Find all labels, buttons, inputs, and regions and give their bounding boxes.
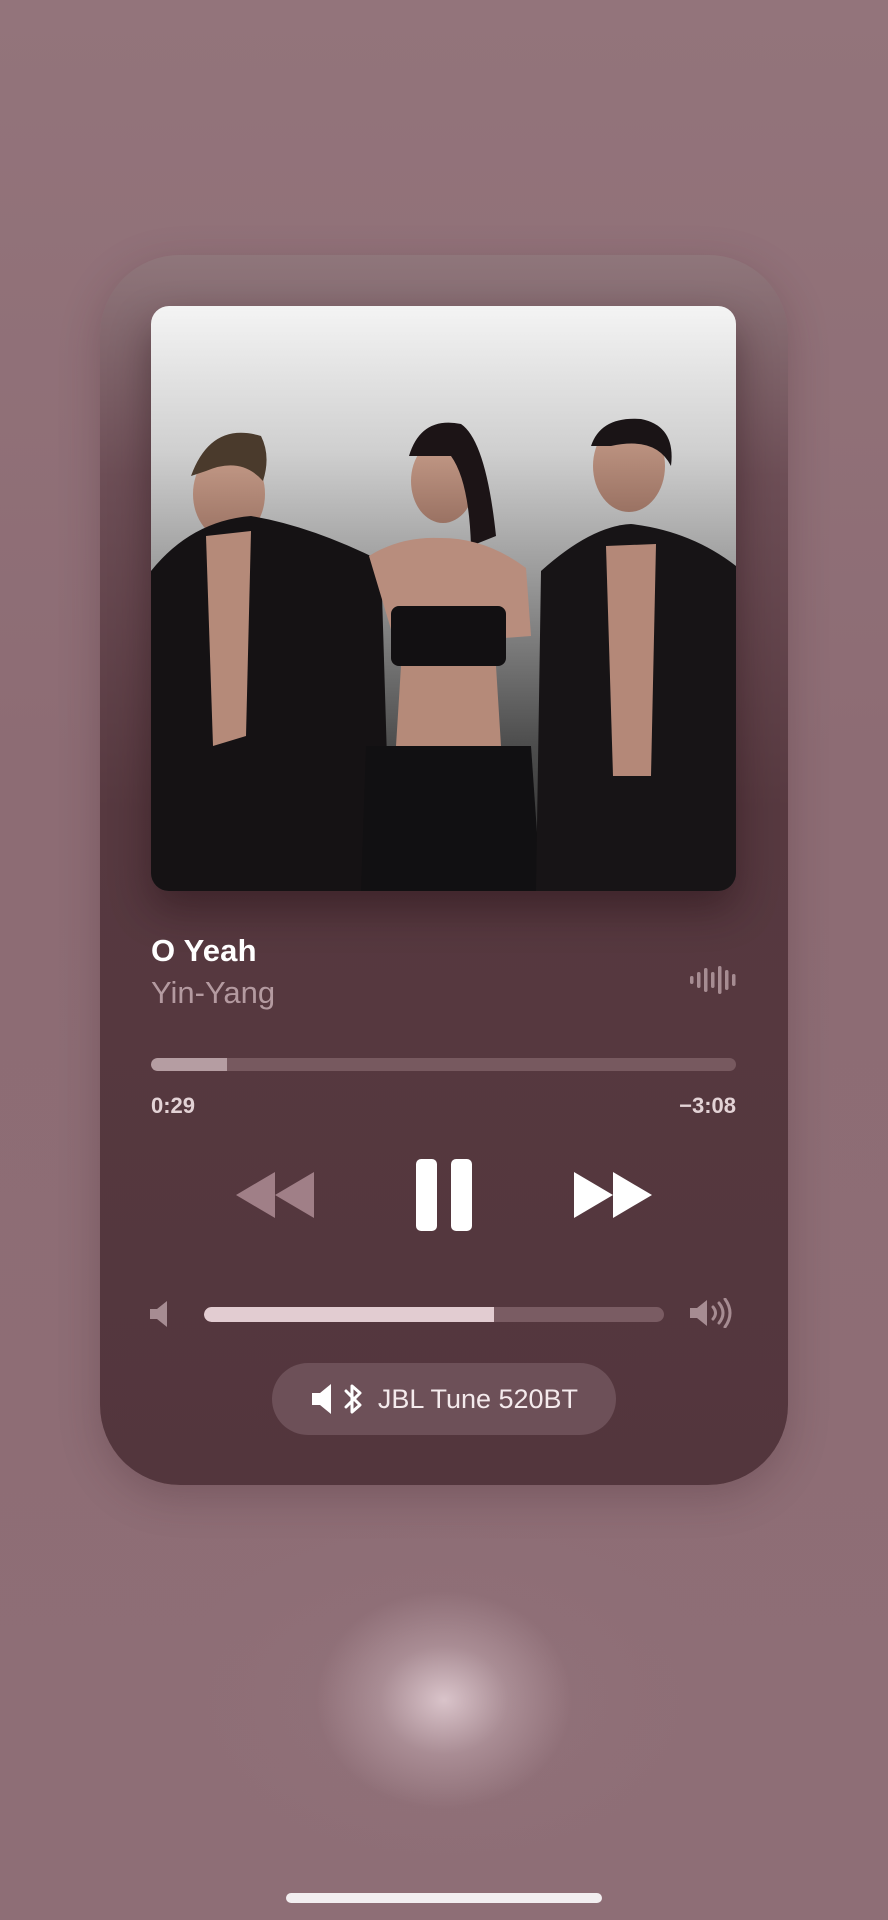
home-indicator[interactable]	[286, 1893, 602, 1903]
speaker-high-icon	[690, 1298, 732, 1328]
output-device-button[interactable]: JBL Tune 520BT	[272, 1363, 616, 1435]
elapsed-time: 0:29	[151, 1093, 196, 1118]
volume-slider[interactable]	[204, 1307, 664, 1322]
track-artist[interactable]: Yin-Yang	[151, 975, 275, 1011]
speaker-low-icon	[150, 1301, 167, 1327]
fast-forward-button[interactable]	[568, 1150, 658, 1240]
playback-scrubber[interactable]	[151, 1058, 736, 1071]
output-device-name: JBL Tune 520BT	[377, 1383, 579, 1414]
touch-glow	[314, 1590, 574, 1810]
volume-level-fill	[204, 1307, 494, 1322]
playback-progress-fill	[151, 1058, 228, 1071]
album-artwork[interactable]	[151, 306, 736, 891]
remaining-time: −3:08	[679, 1093, 736, 1118]
fast-forward-icon	[574, 1172, 652, 1218]
rewind-button[interactable]	[230, 1150, 320, 1240]
now-playing-card: O Yeah Yin-Yang 0:29 −3:08 JBL Tune 520B…	[100, 255, 788, 1485]
album-artwork-image	[151, 306, 736, 891]
rewind-icon	[236, 1172, 314, 1218]
bluetooth-speaker-icon	[311, 1384, 362, 1414]
live-waveform-icon	[690, 966, 736, 994]
track-title: O Yeah	[151, 933, 257, 968]
pause-button[interactable]	[399, 1150, 489, 1240]
pause-icon	[416, 1159, 472, 1231]
